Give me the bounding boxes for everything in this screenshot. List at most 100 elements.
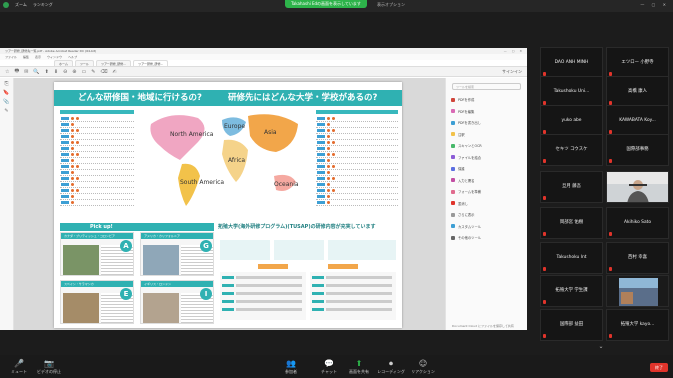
participant-name: 国際部 益田 xyxy=(559,322,584,327)
zoom-window-controls[interactable]: — ▢ ✕ xyxy=(640,2,669,7)
participant-name: セキツ コウスケ xyxy=(555,147,588,152)
reactions-label: リアクション xyxy=(411,369,435,374)
tools-search-input[interactable]: ツールを検索 xyxy=(452,83,521,90)
participant-tile[interactable]: 高橋 康人 xyxy=(606,76,669,108)
comment-icon[interactable]: ✎ xyxy=(91,69,95,75)
participant-tile[interactable]: 旦月 藤吾 xyxy=(540,171,603,203)
tool-label: PDFを書き出し xyxy=(458,121,481,126)
view-options-button[interactable]: 表示オプション xyxy=(377,2,405,8)
reactions-button[interactable]: ☺ リアクション xyxy=(408,359,438,375)
bookmarks-icon[interactable]: 🔖 xyxy=(0,90,13,96)
tool-other[interactable]: その他のツール xyxy=(446,232,527,244)
card-photo xyxy=(143,293,179,323)
annotations-icon[interactable]: ✎ xyxy=(0,108,13,114)
tool-fill-sign[interactable]: 入力と署名 xyxy=(446,175,527,187)
share-screen-button[interactable]: ⬆ 画面を共有 xyxy=(344,359,374,375)
search-icon[interactable]: 🔍 xyxy=(33,69,39,75)
left-region-table xyxy=(60,110,134,214)
program-heading: 拓殖大学(海外研修プログラム)(TUSAP)の研修内容が充実しています xyxy=(218,224,376,230)
mute-button[interactable]: 🎤 ミュート xyxy=(4,359,34,375)
participant-tile[interactable]: Takushoku Int xyxy=(540,242,603,274)
tool-label: その他のツール xyxy=(458,236,482,241)
stop-video-button[interactable]: 📷 ビデオの停止 xyxy=(34,359,64,375)
participant-tile[interactable]: エツロー 小野寺 xyxy=(606,47,669,79)
participant-name: 西村 幸喜 xyxy=(628,255,647,260)
tool-comment[interactable]: 注釈 xyxy=(446,129,527,141)
participant-name: 高橋 康人 xyxy=(628,89,647,94)
tab-document-2[interactable]: ツアー研修_研修... xyxy=(133,60,169,66)
pickup-card: カナダ・ブリティッシュ・コロンビア xyxy=(60,232,134,276)
mail-icon[interactable]: ✉ xyxy=(24,69,28,75)
participant-tile[interactable]: KAWABATA Koy... xyxy=(606,105,669,137)
meeting-controls: 🎤 ミュート 📷 ビデオの停止 👥 参加者 💬 チャット ⬆ 画面を共有 ⏺ レコーディング… xyxy=(0,355,673,378)
top-label-ranking[interactable]: ランキング xyxy=(33,2,53,8)
tool-protect[interactable]: 保護 xyxy=(446,163,527,175)
sharing-status-pill[interactable]: Takahashi Edの画面を表示しています xyxy=(285,0,367,8)
world-map: North America Europe Asia South America … xyxy=(136,106,311,216)
sign-icon[interactable]: ✍ xyxy=(112,69,116,75)
participant-tile[interactable]: yuko abe xyxy=(540,105,603,137)
participants-button[interactable]: 👥 参加者 xyxy=(276,359,306,375)
document-canvas[interactable]: どんな研修国・地域に行けるの? 研修先にはどんな大学・学校があるの? North… xyxy=(14,78,445,330)
page-down-icon[interactable]: ⬇ xyxy=(54,69,58,75)
participant-tile[interactable]: DAO ANH MINH xyxy=(540,47,603,79)
participant-tile[interactable]: Akihiko Sato xyxy=(606,207,669,239)
end-meeting-button[interactable]: 終了 xyxy=(650,363,668,372)
bookmark-star-icon[interactable]: ☆ xyxy=(5,69,9,75)
participant-tile[interactable]: 拓殖大学 kayo... xyxy=(606,309,669,341)
menu-edit[interactable]: 編集 xyxy=(23,54,29,60)
sign-in-link[interactable]: サインイン xyxy=(502,69,522,75)
participant-video-tile[interactable] xyxy=(606,171,669,203)
tool-export-pdf[interactable]: PDFを書き出し xyxy=(446,117,527,129)
mic-off-icon: 🎤 xyxy=(14,359,24,368)
participant-video-tile[interactable] xyxy=(606,275,669,307)
tool-custom[interactable]: カスタムツール xyxy=(446,221,527,233)
erase-icon[interactable]: ⌫ xyxy=(100,69,107,75)
tab-document-1[interactable]: ツアー研修_研修... xyxy=(95,60,132,66)
participant-tile[interactable]: 国際部事務 xyxy=(606,134,669,166)
page-up-icon[interactable]: ⬆ xyxy=(45,69,49,75)
participant-tile[interactable]: セキツ コウスケ xyxy=(540,134,603,166)
record-button[interactable]: ⏺ レコーディング xyxy=(376,359,406,375)
tool-scan-ocr[interactable]: スキャンとOCR xyxy=(446,140,527,152)
tab-home[interactable]: ホーム xyxy=(54,60,73,66)
tool-more[interactable]: さらに表示 xyxy=(446,209,527,221)
print-icon[interactable]: 🖶 xyxy=(14,68,19,76)
card-photo xyxy=(63,293,99,323)
record-icon: ⏺ xyxy=(389,359,393,368)
participant-name: Takushoku Int xyxy=(556,255,587,260)
menu-file[interactable]: ファイル xyxy=(5,54,17,60)
participant-name: Takushoku Uni... xyxy=(553,89,590,94)
viewer-window-controls[interactable]: — ▢ ✕ xyxy=(504,48,524,54)
tool-label: スキャンとOCR xyxy=(458,144,482,149)
participant-tile[interactable]: Takushoku Uni... xyxy=(540,76,603,108)
participant-name: 拓殖大学 学生課 xyxy=(555,288,588,293)
muted-mic-icon xyxy=(609,159,612,163)
zoom-out-icon[interactable]: ⊖ xyxy=(63,69,67,75)
zoom-in-icon[interactable]: ⊕ xyxy=(72,69,76,75)
tool-prepare-form[interactable]: フォームを準備 xyxy=(446,186,527,198)
tab-tools[interactable]: ツール xyxy=(74,60,94,66)
participant-tile[interactable]: 西村 幸喜 xyxy=(606,242,669,274)
menu-view[interactable]: 表示 xyxy=(35,54,41,60)
tool-create-pdf[interactable]: PDFを作成 xyxy=(446,94,527,106)
top-label-zoom[interactable]: ズーム xyxy=(15,2,27,8)
participant-tile[interactable]: 国際部 益田 xyxy=(540,309,603,341)
participant-tile[interactable]: 拓殖大学 学生課 xyxy=(540,275,603,307)
tool-combine[interactable]: ファイルを結合 xyxy=(446,152,527,164)
chat-button[interactable]: 💬 チャット xyxy=(314,359,344,375)
participant-name: 拓殖大学 kayo... xyxy=(620,322,655,327)
tool-redact[interactable]: 墨消し xyxy=(446,198,527,210)
program-details-block xyxy=(218,238,398,324)
viewer-toolbar: ☆ 🖶 ✉ 🔍 ⬆ ⬇ ⊖ ⊕ ▭ ✎ ⌫ ✍ サインイン xyxy=(0,67,527,77)
scan-icon xyxy=(451,143,455,148)
page-thumbnails-icon[interactable]: ⎘ xyxy=(0,81,13,87)
participant-tile[interactable]: 岡部宮 佑樹 xyxy=(540,207,603,239)
security-shield-icon[interactable] xyxy=(3,2,9,8)
gallery-scroll-down-chevron-icon[interactable]: ⌄ xyxy=(596,344,606,350)
tool-edit-pdf[interactable]: PDFを編集 xyxy=(446,106,527,118)
fit-page-icon[interactable]: ▭ xyxy=(81,69,86,75)
pickup-card-caption: アメリカ・カリフォルニア xyxy=(141,233,213,239)
attachments-icon[interactable]: 📎 xyxy=(0,99,13,105)
form-icon xyxy=(451,189,455,194)
